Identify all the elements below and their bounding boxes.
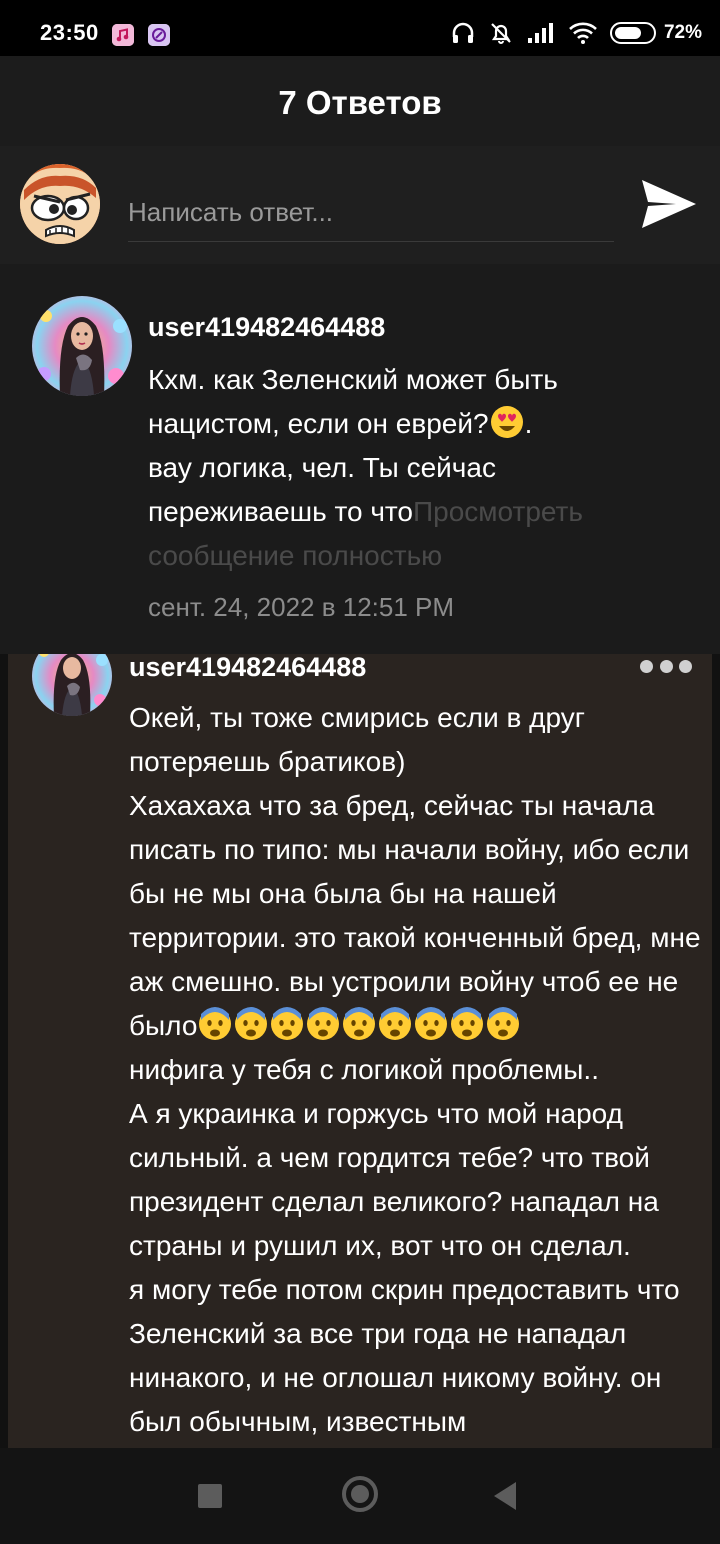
reply-text-part2: нифига у тебя с логикой проблемы.. А я ук… [129,1054,680,1437]
wifi-icon [568,21,598,45]
fearful-face-emoji [449,1006,485,1042]
headphones-icon [450,20,476,46]
post-text-punctuation: . [524,408,533,439]
heart-eyes-emoji [489,404,525,440]
fearful-face-emoji [485,1006,521,1042]
more-options-icon[interactable] [640,656,692,676]
battery-level-fill [614,27,641,39]
fearful-face-emoji-row [197,1007,521,1041]
system-nav-bar [0,1448,720,1544]
fearful-face-emoji [269,1006,305,1042]
my-avatar[interactable] [20,164,100,244]
post-date: сент. 24, 2022 в 12:51 PM [148,592,455,622]
fearful-face-emoji [413,1006,449,1042]
recents-button[interactable] [198,1484,222,1508]
original-post: user419482464488 Кхм. как Зеленский може… [0,264,720,654]
avatar[interactable] [32,654,112,716]
home-button[interactable] [342,1476,378,1512]
send-icon[interactable] [636,174,702,234]
fearful-face-emoji [197,1006,233,1042]
battery-icon [609,22,656,44]
fearful-face-emoji [233,1006,269,1042]
browser-app-icon [148,24,170,46]
fearful-face-emoji [377,1006,413,1042]
menu-dot [640,659,653,673]
fearful-face-emoji [341,1006,377,1042]
reply-compose-bar [0,146,720,264]
status-bar: 23:50 72% [0,0,720,56]
signal-icon [526,21,556,45]
reply-comment: user419482464488 Окей, ты тоже смирись е… [8,654,712,1448]
menu-dot [679,659,692,673]
avatar[interactable] [32,296,132,396]
status-time: 23:50 [40,20,99,45]
menu-dot [659,659,673,673]
page-title: 7 Ответов [278,84,442,121]
back-button[interactable] [494,1482,516,1510]
bell-muted-icon [488,20,514,46]
reply-text-part1: Окей, ты тоже смирись если в друг потеря… [129,702,701,1041]
reply-username[interactable]: user419482464488 [129,654,366,683]
post-username[interactable]: user419482464488 [148,312,385,343]
header: 7 Ответов [0,56,720,146]
battery-percent: 72% [663,22,702,43]
reply-input[interactable] [128,184,614,242]
post-text: Кхм. как Зеленский может быть нацистом, … [148,358,658,578]
fearful-face-emoji [305,1006,341,1042]
reply-text: Окей, ты тоже смирись если в друг потеря… [129,696,704,1444]
music-app-icon [112,24,134,46]
